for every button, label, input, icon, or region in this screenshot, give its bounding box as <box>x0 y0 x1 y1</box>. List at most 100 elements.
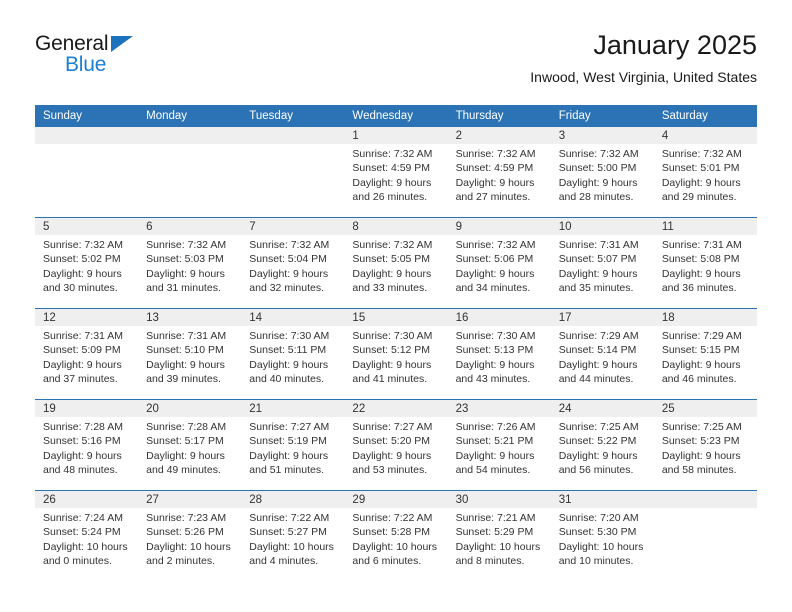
sunrise-text: Sunrise: 7:32 AM <box>455 148 536 160</box>
day-number: 24 <box>550 400 654 417</box>
day-details: Sunrise: 7:24 AM Sunset: 5:24 PM Daylight:… <box>35 508 138 568</box>
daylight-text-line2: and 26 minutes. <box>352 190 428 203</box>
daylight-text-line1: Daylight: 9 hours <box>558 358 638 371</box>
day-cell: 10 Sunrise: 7:31 AM Sunset: 5:07 PM Dayligh… <box>550 218 654 308</box>
calendar-cell[interactable]: 18 Sunrise: 7:29 AM Sunset: 5:15 PM Dayligh… <box>653 308 757 400</box>
calendar-cell[interactable] <box>241 127 345 218</box>
calendar-cell[interactable]: 11 Sunrise: 7:31 AM Sunset: 5:08 PM Dayligh… <box>653 217 757 309</box>
calendar-cell[interactable]: 22 Sunrise: 7:27 AM Sunset: 5:20 PM Dayligh… <box>344 399 448 491</box>
calendar-cell[interactable]: 10 Sunrise: 7:31 AM Sunset: 5:07 PM Dayligh… <box>550 217 654 309</box>
day-cell: 24 Sunrise: 7:25 AM Sunset: 5:22 PM Dayligh… <box>550 400 654 490</box>
daylight-text-line2: and 44 minutes. <box>558 372 634 385</box>
calendar-cell[interactable]: 31 Sunrise: 7:20 AM Sunset: 5:30 PM Dayligh… <box>550 490 654 581</box>
calendar-cell[interactable]: 6 Sunrise: 7:32 AM Sunset: 5:03 PM Daylight… <box>138 217 242 309</box>
calendar-cell[interactable]: 27 Sunrise: 7:23 AM Sunset: 5:26 PM Dayligh… <box>138 490 242 581</box>
day-number: 27 <box>138 491 242 508</box>
brand-logo[interactable]: General Blue <box>35 32 175 84</box>
day-cell-empty <box>241 127 345 217</box>
calendar-cell[interactable]: 3 Sunrise: 7:32 AM Sunset: 5:00 PM Daylight… <box>550 127 654 218</box>
day-cell: 22 Sunrise: 7:27 AM Sunset: 5:20 PM Dayligh… <box>344 400 448 490</box>
sunset-text: Sunset: 5:28 PM <box>352 526 431 539</box>
calendar-week-row: 19 Sunrise: 7:28 AM Sunset: 5:16 PM Dayligh… <box>35 399 757 491</box>
day-details: Sunrise: 7:28 AM Sunset: 5:16 PM Daylight:… <box>35 417 138 477</box>
day-cell: 23 Sunrise: 7:26 AM Sunset: 5:21 PM Dayligh… <box>447 400 551 490</box>
daylight-text-line2: and 34 minutes. <box>455 281 531 294</box>
daylight-text-line2: and 35 minutes. <box>558 281 634 294</box>
calendar-cell[interactable]: 23 Sunrise: 7:26 AM Sunset: 5:21 PM Dayligh… <box>447 399 551 491</box>
day-cell: 19 Sunrise: 7:28 AM Sunset: 5:16 PM Dayligh… <box>35 400 139 490</box>
calendar-cell[interactable]: 14 Sunrise: 7:30 AM Sunset: 5:11 PM Dayligh… <box>241 308 345 400</box>
sunset-text: Sunset: 5:22 PM <box>558 435 637 448</box>
calendar-cell[interactable]: 5 Sunrise: 7:32 AM Sunset: 5:02 PM Daylight… <box>35 217 139 309</box>
day-details: Sunrise: 7:27 AM Sunset: 5:20 PM Daylight:… <box>344 417 447 477</box>
day-number: 30 <box>447 491 551 508</box>
sunrise-text: Sunrise: 7:31 AM <box>661 239 742 251</box>
sunset-text: Sunset: 5:21 PM <box>455 435 534 448</box>
calendar-cell[interactable]: 30 Sunrise: 7:21 AM Sunset: 5:29 PM Dayligh… <box>447 490 551 581</box>
sunset-text: Sunset: 5:05 PM <box>352 253 431 266</box>
sunrise-text: Sunrise: 7:27 AM <box>249 421 330 433</box>
daylight-text-line1: Daylight: 9 hours <box>661 358 741 371</box>
calendar-cell[interactable]: 7 Sunrise: 7:32 AM Sunset: 5:04 PM Daylight… <box>241 217 345 309</box>
calendar-cell[interactable]: 15 Sunrise: 7:30 AM Sunset: 5:12 PM Dayligh… <box>344 308 448 400</box>
sunset-text: Sunset: 5:24 PM <box>43 526 121 539</box>
calendar-cell[interactable]: 9 Sunrise: 7:32 AM Sunset: 5:06 PM Daylight… <box>447 217 551 309</box>
day-cell: 3 Sunrise: 7:32 AM Sunset: 5:00 PM Daylight… <box>550 127 654 217</box>
daylight-text-line1: Daylight: 9 hours <box>146 267 225 280</box>
sunrise-text: Sunrise: 7:23 AM <box>146 512 227 524</box>
calendar-cell[interactable]: 17 Sunrise: 7:29 AM Sunset: 5:14 PM Dayligh… <box>550 308 654 400</box>
sunset-text: Sunset: 5:26 PM <box>146 526 224 539</box>
calendar-cell[interactable]: 1 Sunrise: 7:32 AM Sunset: 4:59 PM Daylight… <box>344 127 448 218</box>
daylight-text-line2: and 37 minutes. <box>43 372 118 385</box>
sunset-text: Sunset: 5:20 PM <box>352 435 431 448</box>
sunrise-text: Sunrise: 7:32 AM <box>146 239 227 251</box>
day-number: 1 <box>344 127 448 144</box>
calendar-cell[interactable]: 28 Sunrise: 7:22 AM Sunset: 5:27 PM Dayligh… <box>241 490 345 581</box>
day-number: 5 <box>35 218 139 235</box>
calendar-cell[interactable]: 16 Sunrise: 7:30 AM Sunset: 5:13 PM Dayligh… <box>447 308 551 400</box>
day-cell-empty <box>138 127 242 217</box>
daylight-text-line1: Daylight: 10 hours <box>455 540 541 553</box>
sunrise-text: Sunrise: 7:25 AM <box>558 421 639 433</box>
calendar-cell[interactable]: 12 Sunrise: 7:31 AM Sunset: 5:09 PM Dayligh… <box>35 308 139 400</box>
day-number: 23 <box>447 400 551 417</box>
day-cell-empty <box>35 127 139 217</box>
calendar-cell[interactable]: 26 Sunrise: 7:24 AM Sunset: 5:24 PM Dayligh… <box>35 490 139 581</box>
calendar-cell[interactable]: 8 Sunrise: 7:32 AM Sunset: 5:05 PM Daylight… <box>344 217 448 309</box>
calendar-cell[interactable] <box>138 127 242 218</box>
calendar-cell[interactable]: 19 Sunrise: 7:28 AM Sunset: 5:16 PM Dayligh… <box>35 399 139 491</box>
daylight-text-line1: Daylight: 9 hours <box>455 176 535 189</box>
calendar-cell[interactable]: 2 Sunrise: 7:32 AM Sunset: 4:59 PM Daylight… <box>447 127 551 218</box>
daylight-text-line2: and 43 minutes. <box>455 372 531 385</box>
calendar-cell[interactable]: 21 Sunrise: 7:27 AM Sunset: 5:19 PM Dayligh… <box>241 399 345 491</box>
sunrise-text: Sunrise: 7:32 AM <box>249 239 330 251</box>
day-number <box>653 491 757 508</box>
daylight-text-line1: Daylight: 10 hours <box>146 540 231 553</box>
sunrise-text: Sunrise: 7:31 AM <box>558 239 639 251</box>
sunset-text: Sunset: 5:14 PM <box>558 344 637 357</box>
daylight-text-line2: and 53 minutes. <box>352 463 428 476</box>
calendar-cell[interactable]: 4 Sunrise: 7:32 AM Sunset: 5:01 PM Daylight… <box>653 127 757 218</box>
calendar-cell[interactable]: 13 Sunrise: 7:31 AM Sunset: 5:10 PM Dayligh… <box>138 308 242 400</box>
sunset-text: Sunset: 5:04 PM <box>249 253 327 266</box>
triangle-icon <box>111 36 133 52</box>
calendar-cell[interactable] <box>35 127 139 218</box>
day-details: Sunrise: 7:22 AM Sunset: 5:27 PM Daylight:… <box>241 508 344 568</box>
daylight-text-line1: Daylight: 9 hours <box>661 176 741 189</box>
calendar-cell[interactable]: 24 Sunrise: 7:25 AM Sunset: 5:22 PM Dayligh… <box>550 399 654 491</box>
calendar-cell[interactable]: 20 Sunrise: 7:28 AM Sunset: 5:17 PM Dayligh… <box>138 399 242 491</box>
sunrise-text: Sunrise: 7:28 AM <box>43 421 123 433</box>
day-number: 10 <box>550 218 654 235</box>
sunset-text: Sunset: 5:12 PM <box>352 344 431 357</box>
calendar-cell[interactable]: 29 Sunrise: 7:22 AM Sunset: 5:28 PM Dayligh… <box>344 490 448 581</box>
calendar-cell[interactable]: 25 Sunrise: 7:25 AM Sunset: 5:23 PM Dayligh… <box>653 399 757 491</box>
sunset-text: Sunset: 4:59 PM <box>352 162 431 175</box>
day-number: 21 <box>241 400 345 417</box>
sunrise-text: Sunrise: 7:20 AM <box>558 512 639 524</box>
brand-name-bottom: Blue <box>65 53 107 76</box>
day-number: 13 <box>138 309 242 326</box>
sunset-text: Sunset: 5:19 PM <box>249 435 327 448</box>
daylight-text-line1: Daylight: 10 hours <box>352 540 438 553</box>
daylight-text-line1: Daylight: 9 hours <box>43 358 122 371</box>
calendar-cell[interactable] <box>653 490 757 581</box>
